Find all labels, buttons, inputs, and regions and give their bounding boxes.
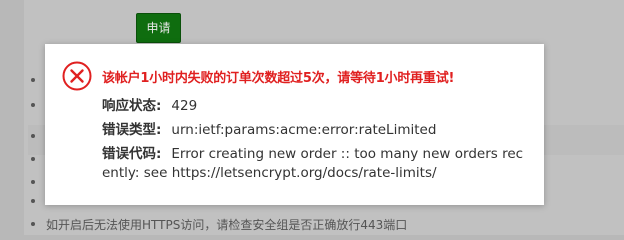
type-value: urn:ietf:params:acme:error:rateLimited <box>171 122 437 138</box>
error-x-icon <box>62 61 92 91</box>
type-label: 错误类型: <box>102 122 162 138</box>
list-bullet <box>31 103 35 107</box>
apply-button[interactable]: 申请 <box>136 13 181 43</box>
list-bullet <box>31 157 35 161</box>
code-label: 错误代码: <box>102 146 162 162</box>
status-line: 响应状态: 429 <box>102 94 197 114</box>
status-label: 响应状态: <box>102 98 162 114</box>
list-bullet <box>31 78 35 82</box>
https-note: 如开启后无法使用HTTPS访问，请检查安全组是否正确放行443端口 <box>46 218 408 232</box>
code-line: 错误代码: Error creating new order :: too man… <box>102 142 523 162</box>
list-bullet <box>31 222 35 226</box>
list-bullet <box>31 199 35 203</box>
error-dialog: 该帐户1小时内失败的订单次数超过5次，请等待1小时再重试! 响应状态: 429 错… <box>45 44 544 205</box>
type-line: 错误类型: urn:ietf:params:acme:error:rateLimi… <box>102 118 436 138</box>
status-value: 429 <box>171 98 198 114</box>
code-value-line1: Error creating new order :: too many new… <box>171 146 524 162</box>
list-bullet <box>31 180 35 184</box>
code-value-line2: ently: see https://letsencrypt.org/docs/… <box>102 165 437 181</box>
list-bullet <box>31 134 35 138</box>
dialog-title: 该帐户1小时内失败的订单次数超过5次，请等待1小时再重试! <box>102 71 455 86</box>
